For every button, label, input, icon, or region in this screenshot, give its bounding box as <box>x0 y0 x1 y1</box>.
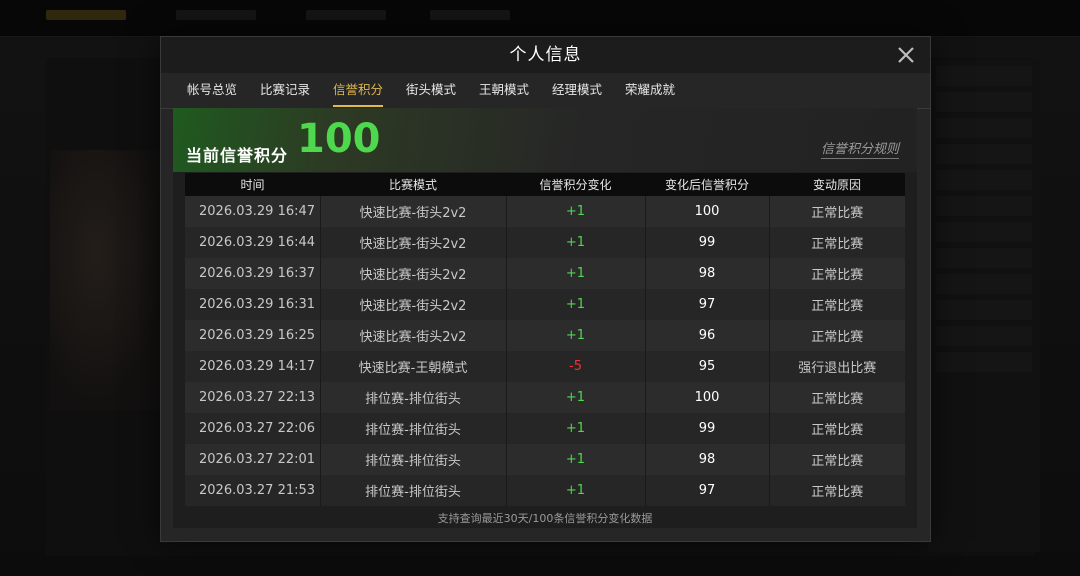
table-row: 2026.03.29 16:37 快速比赛-街头2v2 +1 98 正常比赛 <box>185 258 905 289</box>
cell-reason: 正常比赛 <box>811 423 864 438</box>
cell-delta: +1 <box>506 444 646 475</box>
cell-delta: +1 <box>506 289 646 320</box>
header-delta: 信誉积分变化 <box>539 178 612 192</box>
close-button[interactable] <box>894 43 918 67</box>
cell-after: 97 <box>645 289 770 320</box>
table-row: 2026.03.27 22:06 排位赛-排位街头 +1 99 正常比赛 <box>185 413 905 444</box>
personal-info-dialog: 个人信息 帐号总览 比赛记录 信誉积分 街头模式 王朝模式 经理模式 荣耀成就 … <box>160 36 931 542</box>
cell-time: 2026.03.29 14:17 <box>185 351 321 382</box>
tab-manager-mode[interactable]: 经理模式 <box>552 73 602 107</box>
cell-time: 2026.03.27 22:01 <box>185 444 321 475</box>
table-row: 2026.03.27 22:01 排位赛-排位街头 +1 98 正常比赛 <box>185 444 905 475</box>
credit-history-table: 时间 比赛模式 信誉积分变化 变化后信誉积分 变动原因 2026.03.29 1… <box>185 173 905 509</box>
header-mode: 比赛模式 <box>388 178 437 192</box>
tab-street-mode[interactable]: 街头模式 <box>406 73 456 107</box>
table-row: 2026.03.29 16:47 快速比赛-街头2v2 +1 100 正常比赛 <box>185 196 905 227</box>
cell-reason: 正常比赛 <box>811 454 864 469</box>
tab-dynasty-mode[interactable]: 王朝模式 <box>479 73 529 107</box>
cell-reason: 正常比赛 <box>811 268 864 283</box>
cell-reason: 正常比赛 <box>811 392 864 407</box>
header-reason: 变动原因 <box>812 178 861 192</box>
cell-reason: 强行退出比赛 <box>798 361 877 376</box>
cell-mode: 快速比赛-街头2v2 <box>320 320 507 351</box>
cell-after: 97 <box>645 475 770 506</box>
cell-mode: 排位赛-排位街头 <box>320 444 507 475</box>
credit-banner: 当前信誉积分 100 信誉积分规则 <box>173 108 917 172</box>
cell-mode: 快速比赛-街头2v2 <box>320 227 507 258</box>
cell-time: 2026.03.29 16:31 <box>185 289 321 320</box>
cell-mode: 快速比赛-街头2v2 <box>320 289 507 320</box>
tab-bar: 帐号总览 比赛记录 信誉积分 街头模式 王朝模式 经理模式 荣耀成就 <box>161 73 930 109</box>
query-limit-note: 支持查询最近30天/100条信誉积分变化数据 <box>437 512 653 525</box>
cell-mode: 排位赛-排位街头 <box>320 413 507 444</box>
cell-time: 2026.03.29 16:47 <box>185 196 321 227</box>
table-row: 2026.03.29 14:17 快速比赛-王朝模式 -5 95 强行退出比赛 <box>185 351 905 382</box>
cell-reason: 正常比赛 <box>811 237 864 252</box>
cell-mode: 排位赛-排位街头 <box>320 475 507 506</box>
tab-honor-achievements[interactable]: 荣耀成就 <box>625 73 675 107</box>
cell-time: 2026.03.27 22:13 <box>185 382 321 413</box>
credit-score-panel: 当前信誉积分 100 信誉积分规则 时间 比赛模式 信誉积分变化 变化后信誉积分… <box>173 108 917 528</box>
cell-mode: 快速比赛-街头2v2 <box>320 196 507 227</box>
cell-after: 96 <box>645 320 770 351</box>
table-row: 2026.03.27 21:53 排位赛-排位街头 +1 97 正常比赛 <box>185 475 905 506</box>
table-row: 2026.03.27 22:13 排位赛-排位街头 +1 100 正常比赛 <box>185 382 905 413</box>
cell-delta: +1 <box>506 475 646 506</box>
cell-delta: +1 <box>506 320 646 351</box>
cell-after: 98 <box>645 444 770 475</box>
cell-time: 2026.03.27 21:53 <box>185 475 321 506</box>
cell-time: 2026.03.29 16:44 <box>185 227 321 258</box>
cell-mode: 排位赛-排位街头 <box>320 382 507 413</box>
cell-delta: -5 <box>506 351 646 382</box>
cell-after: 99 <box>645 413 770 444</box>
cell-time: 2026.03.29 16:25 <box>185 320 321 351</box>
cell-reason: 正常比赛 <box>811 299 864 314</box>
cell-after: 95 <box>645 351 770 382</box>
cell-mode: 快速比赛-王朝模式 <box>320 351 507 382</box>
cell-mode: 快速比赛-街头2v2 <box>320 258 507 289</box>
cell-time: 2026.03.27 22:06 <box>185 413 321 444</box>
cell-delta: +1 <box>506 258 646 289</box>
cell-reason: 正常比赛 <box>811 206 864 221</box>
table-row: 2026.03.29 16:44 快速比赛-街头2v2 +1 99 正常比赛 <box>185 227 905 258</box>
cell-after: 100 <box>645 196 770 227</box>
header-after: 变化后信誉积分 <box>664 178 749 192</box>
credit-rules-link[interactable]: 信誉积分规则 <box>820 138 899 159</box>
cell-after: 99 <box>645 227 770 258</box>
tab-credit-score[interactable]: 信誉积分 <box>333 73 384 107</box>
tab-match-records[interactable]: 比赛记录 <box>260 73 310 107</box>
cell-reason: 正常比赛 <box>811 330 864 345</box>
table-row: 2026.03.29 16:25 快速比赛-街头2v2 +1 96 正常比赛 <box>185 320 905 351</box>
cell-delta: +1 <box>506 227 646 258</box>
current-credit-score: 100 <box>297 116 381 162</box>
cell-reason: 正常比赛 <box>811 485 864 500</box>
cell-delta: +1 <box>506 413 646 444</box>
tab-account-overview[interactable]: 帐号总览 <box>187 73 237 107</box>
table-row: 2026.03.29 16:31 快速比赛-街头2v2 +1 97 正常比赛 <box>185 289 905 320</box>
header-time: 时间 <box>240 178 265 192</box>
table-header-row: 时间 比赛模式 信誉积分变化 变化后信誉积分 变动原因 <box>185 173 905 196</box>
dialog-title: 个人信息 <box>161 37 930 73</box>
cell-after: 98 <box>645 258 770 289</box>
cell-delta: +1 <box>506 382 646 413</box>
cell-delta: +1 <box>506 196 646 227</box>
cell-after: 100 <box>645 382 770 413</box>
current-credit-label: 当前信誉积分 <box>186 146 289 165</box>
close-icon <box>898 47 914 63</box>
cell-time: 2026.03.29 16:37 <box>185 258 321 289</box>
